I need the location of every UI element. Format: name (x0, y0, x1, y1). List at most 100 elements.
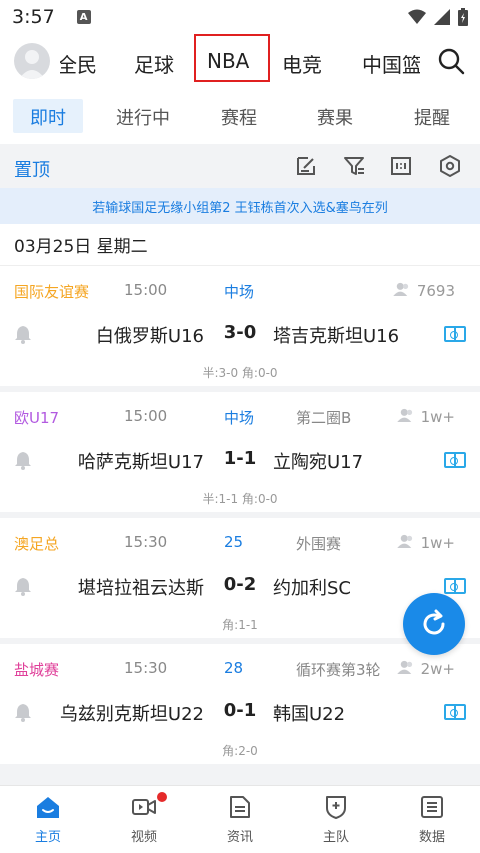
away-team: 韩国U22 (273, 704, 346, 725)
league-name[interactable]: 国际友谊赛 (14, 281, 89, 302)
match-time: 15:00 (124, 407, 168, 425)
league-name[interactable]: 澳足总 (14, 533, 59, 554)
bottom-tab-label: 主队 (322, 830, 349, 845)
bell-icon[interactable] (14, 702, 32, 722)
bell-icon[interactable] (14, 576, 32, 596)
league-name[interactable]: 欧U17 (14, 407, 59, 428)
tab-live[interactable]: 即时 (30, 104, 66, 130)
tab-reminders[interactable]: 提醒 (414, 104, 450, 130)
home-team: 堪培拉祖云达斯 (78, 578, 204, 599)
viewer-count-value: 7693 (416, 281, 455, 300)
bottom-tab-news[interactable]: 资讯 (192, 794, 288, 845)
wifi-icon (408, 9, 426, 24)
league-name[interactable]: 盐城赛 (14, 659, 59, 680)
match-card[interactable]: 国际友谊赛 15:00 中场 7693 白俄罗斯U16 3-0 塔吉克斯坦U16 半:3-0 … (0, 266, 480, 386)
viewer-count: 1w+ (396, 533, 455, 552)
nav-item-football[interactable]: 足球 (134, 49, 174, 78)
tab-results[interactable]: 赛果 (317, 104, 353, 130)
edit-icon[interactable] (294, 154, 318, 178)
pitch-icon[interactable] (444, 704, 466, 720)
pitch-icon[interactable] (444, 578, 466, 594)
match-detail: 角:2-0 (222, 744, 258, 758)
shield-icon (326, 796, 346, 819)
viewer-count-value: 1w+ (420, 533, 455, 552)
top-nav: 全民 足球 NBA 电竞 中国篮 (0, 34, 480, 90)
scoreboard-icon[interactable] (389, 154, 413, 178)
pitch-icon[interactable] (444, 326, 466, 342)
home-team: 哈萨克斯坦U17 (77, 452, 204, 473)
bottom-tab-data[interactable]: 数据 (384, 794, 480, 845)
away-team: 约加利SC (273, 578, 351, 599)
match-status: 中场 (224, 283, 255, 301)
bottom-tab-label: 资讯 (226, 830, 253, 845)
match-score: 3-0 (223, 322, 257, 343)
match-round: 循环赛第3轮 (296, 661, 381, 679)
signal-icon (434, 9, 450, 25)
match-round: 第二圈B (296, 409, 352, 427)
news-icon (230, 796, 250, 818)
people-icon (393, 281, 411, 300)
search-icon[interactable] (436, 46, 466, 76)
match-card[interactable]: 欧U17 15:00 中场 第二圈B 1w+ 哈萨克斯坦U17 1-1 立陶宛U17 半:1-1… (0, 392, 480, 512)
match-detail: 半:1-1 角:0-0 (202, 492, 278, 506)
video-icon (132, 799, 156, 815)
match-round: 外围赛 (296, 535, 342, 553)
user-icon (19, 50, 45, 79)
news-ticker[interactable]: 若输球国足无缘小组第2 王钰栋首次入选&塞鸟在列 (0, 188, 480, 224)
status-icons (408, 8, 468, 26)
bottom-tab-team[interactable]: 主队 (288, 794, 384, 845)
avatar[interactable] (14, 43, 50, 79)
date-header: 03月25日 星期二 (0, 224, 480, 266)
notification-icon: A (76, 10, 91, 24)
match-card[interactable]: 盐城赛 15:30 28 循环赛第3轮 2w+ 乌兹别克斯坦U22 0-1 韩国U22 角:2-… (0, 644, 480, 764)
people-icon (396, 659, 415, 678)
bottom-tab-label: 主页 (34, 830, 61, 845)
nav-item-esports[interactable]: 电竞 (282, 49, 322, 78)
tab-schedule[interactable]: 赛程 (221, 104, 257, 130)
bottom-nav: 主页 视频 资讯 主队 数据 (0, 785, 480, 853)
status-bar: 3:57 A (0, 0, 480, 34)
viewer-count-value: 2w+ (420, 659, 455, 678)
bell-icon[interactable] (14, 450, 32, 470)
bell-icon[interactable] (14, 324, 32, 344)
match-score: 0-1 (223, 700, 257, 721)
notification-badge (157, 792, 167, 802)
away-team: 立陶宛U17 (273, 452, 364, 473)
away-team: 塔吉克斯坦U16 (273, 326, 400, 347)
refresh-button[interactable] (403, 593, 465, 655)
match-detail: 半:3-0 角:0-0 (202, 366, 278, 380)
nav-item-all[interactable]: 全民 (60, 49, 97, 78)
sub-tabs: 即时 进行中 赛程 赛果 提醒 (0, 90, 480, 144)
bottom-tab-home[interactable]: 主页 (0, 794, 96, 845)
toolbar: 置顶 (0, 144, 480, 188)
data-icon (421, 796, 443, 818)
tab-in-progress[interactable]: 进行中 (116, 104, 170, 130)
match-time: 15:30 (124, 659, 168, 677)
match-time: 15:30 (124, 533, 168, 551)
match-status: 28 (224, 659, 244, 677)
nav-item-cba[interactable]: 中国篮 (362, 49, 420, 78)
nba-highlight-box (194, 34, 270, 82)
home-team: 白俄罗斯U16 (95, 326, 204, 347)
match-status: 中场 (224, 409, 255, 427)
home-icon (37, 797, 59, 818)
pin-button[interactable]: 置顶 (14, 156, 50, 182)
refresh-icon (423, 609, 445, 635)
status-time: 3:57 (12, 6, 55, 28)
match-score: 1-1 (223, 448, 257, 469)
people-icon (396, 533, 415, 552)
viewer-count-value: 1w+ (420, 407, 455, 426)
people-icon (396, 407, 415, 426)
battery-icon (458, 8, 468, 26)
match-score: 0-2 (223, 574, 257, 595)
match-time: 15:00 (124, 281, 168, 299)
pitch-icon[interactable] (444, 452, 466, 468)
match-status: 25 (224, 533, 244, 551)
settings-icon[interactable] (438, 154, 462, 178)
home-team: 乌兹别克斯坦U22 (59, 704, 204, 725)
viewer-count: 2w+ (396, 659, 455, 678)
bottom-tab-video[interactable]: 视频 (96, 792, 192, 845)
category-nav[interactable]: 全民 足球 NBA 电竞 中国篮 (60, 34, 420, 90)
filter-icon[interactable] (342, 154, 366, 178)
bottom-tab-label: 视频 (130, 830, 157, 845)
